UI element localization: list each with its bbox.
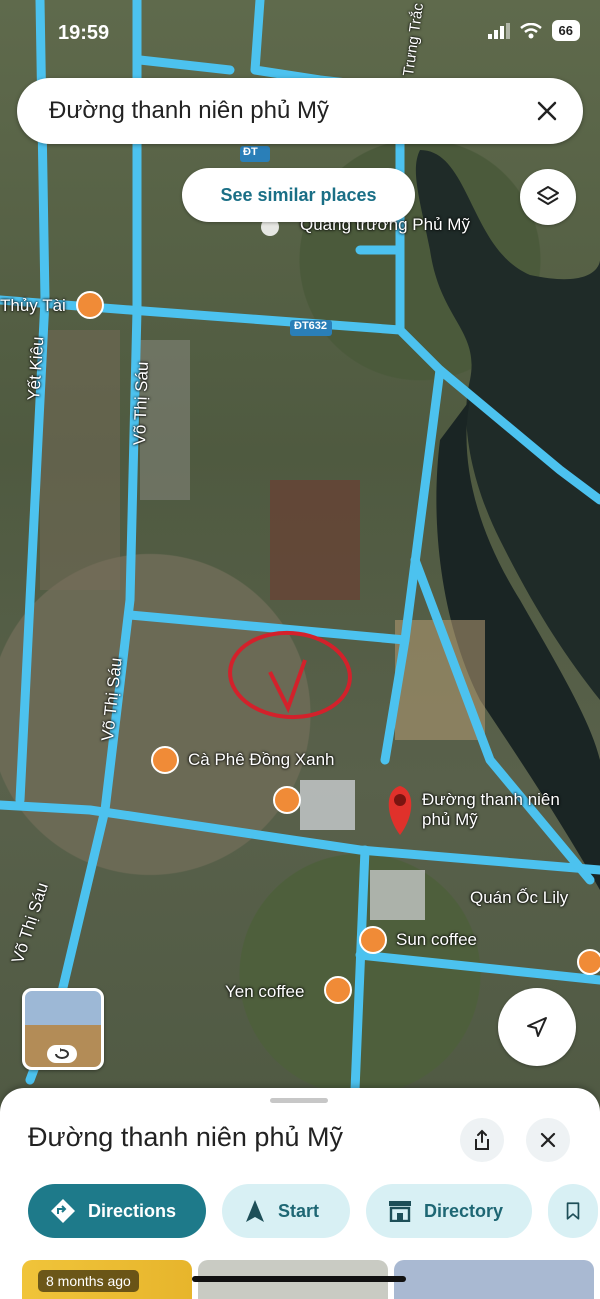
action-row: Directions Start Directory [28, 1184, 598, 1240]
my-location-button[interactable] [498, 988, 576, 1066]
map-label-vo-thi-sau-top: Võ Thị Sáu [130, 361, 152, 446]
store-icon [389, 1201, 411, 1222]
start-button[interactable]: Start [222, 1184, 350, 1238]
map-label-quan-oc-lily[interactable]: Quán Ốc Lily [470, 888, 568, 908]
status-time: 19:59 [58, 22, 110, 44]
close-sheet-button[interactable] [526, 1118, 570, 1162]
place-bottom-sheet[interactable]: Đường thanh niên phủ Mỹ Directions Start [0, 1088, 600, 1299]
directions-button[interactable]: Directions [28, 1184, 206, 1238]
map-label-sun-coffee[interactable]: Sun coffee [396, 930, 477, 950]
map-label-pin[interactable]: Đường thanh niên phủ Mỹ [422, 790, 582, 830]
layers-button[interactable] [520, 169, 576, 225]
map-label-yen-coffee[interactable]: Yen coffee [225, 982, 304, 1002]
rotate-icon [47, 1045, 77, 1063]
share-button[interactable] [460, 1118, 504, 1162]
directory-button[interactable]: Directory [366, 1184, 532, 1238]
share-icon [475, 1129, 489, 1150]
photo-thumbnail[interactable]: 8 months ago [22, 1260, 192, 1299]
battery-indicator: 66 [551, 20, 580, 41]
layers-icon [537, 186, 559, 205]
close-icon [537, 101, 557, 121]
directory-label: Directory [424, 1200, 504, 1221]
street-view-thumbnail[interactable] [22, 988, 104, 1070]
navigation-arrow-icon [527, 1017, 547, 1037]
status-bar: 19:59 66 [0, 0, 600, 70]
navigation-icon [246, 1200, 264, 1222]
directions-icon [51, 1199, 75, 1223]
save-button[interactable] [548, 1184, 598, 1238]
photo-thumbnail[interactable] [394, 1260, 594, 1299]
drag-handle[interactable] [270, 1098, 328, 1103]
bookmark-icon [566, 1202, 580, 1220]
map-label-cafe-dong-xanh[interactable]: Cà Phê Đồng Xanh [188, 750, 335, 770]
see-similar-places-button[interactable]: See similar places [182, 168, 415, 222]
map-label-thuy-tai[interactable]: Thủy Tài [0, 296, 66, 316]
close-icon [540, 1132, 556, 1148]
wifi-icon [519, 22, 542, 38]
road-shield-dt: ĐT [243, 146, 258, 158]
signal-icon [487, 22, 510, 39]
start-label: Start [278, 1200, 320, 1221]
place-title: Đường thanh niên phủ Mỹ [28, 1122, 343, 1152]
home-indicator[interactable] [192, 1276, 406, 1282]
search-query[interactable]: Đường thanh niên phủ Mỹ [49, 97, 329, 125]
photo-age-badge: 8 months ago [38, 1270, 139, 1292]
search-bar[interactable]: Đường thanh niên phủ Mỹ [17, 78, 583, 144]
close-search-button[interactable] [529, 93, 565, 129]
road-shield-dt632: ĐT632 [294, 320, 328, 332]
status-icons: 66 [487, 20, 580, 41]
directions-label: Directions [88, 1200, 177, 1221]
